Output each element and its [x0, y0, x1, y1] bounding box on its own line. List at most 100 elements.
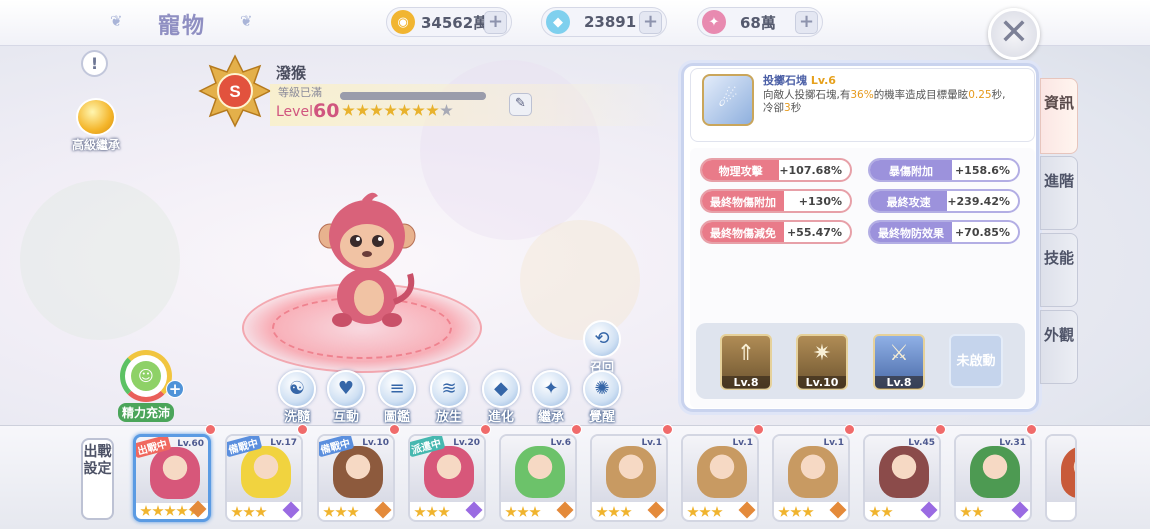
pet-card-level: Lv.10 — [362, 438, 389, 448]
star-icon — [960, 506, 972, 517]
notification-dot — [753, 424, 764, 435]
tab-1[interactable]: 進階 — [1040, 156, 1078, 230]
star-icon — [426, 104, 439, 116]
pet-card[interactable]: Lv.60 出戰中 — [133, 434, 211, 522]
skill-slot[interactable]: ⇑ Lv.8 — [720, 334, 772, 390]
star-icon — [412, 104, 425, 116]
star-icon — [699, 506, 711, 517]
action-button[interactable]: ≡ 圖鑑 — [376, 370, 418, 425]
element-gem-icon — [282, 501, 300, 519]
stat-value: +158.6% — [954, 163, 1010, 177]
star-icon — [869, 506, 881, 517]
pet-name: 潑猴 — [276, 64, 307, 82]
star-icon — [370, 104, 383, 116]
energy-label: 精力充沛 — [117, 403, 174, 422]
inactive-skill-slot[interactable]: 未啟動 — [949, 334, 1003, 388]
tab-2[interactable]: 技能 — [1040, 233, 1078, 307]
star-icon — [596, 506, 608, 517]
stat-label: 最終攻速 — [870, 191, 948, 211]
close-button[interactable]: ✕ — [988, 8, 1040, 60]
pet-card[interactable]: Lv.6 — [499, 434, 577, 522]
candy-icon: ✦ — [532, 370, 570, 408]
pet-portrait — [970, 446, 1020, 498]
pet-card[interactable] — [1045, 434, 1077, 522]
star-icon — [414, 506, 426, 517]
close-icon: ✕ — [998, 12, 1030, 53]
action-button[interactable]: ◆ 進化 — [480, 370, 522, 425]
stat-row: 暴傷附加 +158.6% — [868, 158, 1020, 182]
star-icon — [620, 506, 632, 517]
diamond-currency: ◆ 23891 + — [541, 7, 667, 37]
sword-skill-icon: ⚔ — [889, 341, 909, 366]
wing-icon: ❦ — [240, 12, 253, 30]
pet-card[interactable]: Lv.1 — [772, 434, 850, 522]
element-gem-icon — [829, 501, 847, 519]
star-icon — [347, 506, 359, 517]
skill-title: 投擲石塊 Lv.6 — [763, 72, 836, 88]
crystal-icon: ◆ — [482, 370, 520, 408]
skill-level: Lv.6 — [810, 74, 836, 87]
action-button[interactable]: ♥ 互動 — [325, 370, 367, 425]
pet-screen: ❦ 寵物 ❦ ◉ 34562萬 + ◆ 23891 + ✦ 68萬 + ✕ ! … — [0, 0, 1150, 529]
stat-label: 暴傷附加 — [870, 160, 952, 180]
stat-value: +130% — [798, 194, 842, 208]
skill-desc-chance: 36% — [850, 89, 874, 101]
deploy-settings-button[interactable]: 出戰設定 — [81, 438, 114, 520]
stat-label: 最終物傷減免 — [702, 222, 784, 242]
star-icon — [152, 505, 164, 516]
recall-button[interactable]: ⟲ 召回 — [580, 320, 624, 375]
notification-dot — [1026, 424, 1037, 435]
smile-face-icon: ☺ — [131, 361, 161, 391]
tab-3[interactable]: 外觀 — [1040, 310, 1078, 384]
pet-card-stars — [323, 506, 359, 518]
action-label: 進化 — [487, 410, 514, 425]
star-icon — [384, 104, 397, 116]
rename-button[interactable]: ✎ — [509, 93, 532, 116]
star-icon — [881, 506, 893, 517]
pet-stars — [342, 104, 453, 117]
stat-row: 最終物防效果 +70.85% — [868, 220, 1020, 244]
pet-card[interactable]: Lv.17 備戰中 — [225, 434, 303, 522]
action-button[interactable]: ☯ 洗髓 — [276, 370, 318, 425]
info-button[interactable]: ! — [81, 50, 108, 77]
pet-card[interactable]: Lv.10 備戰中 — [317, 434, 395, 522]
star-icon — [440, 104, 453, 116]
stat-label: 最終物傷附加 — [702, 191, 784, 211]
rank-badge: S — [198, 54, 272, 128]
skill-slot-level: Lv.10 — [798, 376, 846, 389]
action-button[interactable]: ≋ 放生 — [428, 370, 470, 425]
add-gold-button[interactable]: + — [484, 11, 507, 34]
pet-card[interactable]: Lv.1 — [590, 434, 668, 522]
star-icon — [335, 506, 347, 517]
star-icon — [802, 506, 814, 517]
pet-card[interactable]: Lv.45 — [863, 434, 941, 522]
skill-slot[interactable]: ⚔ Lv.8 — [873, 334, 925, 390]
pet-portrait — [697, 446, 747, 498]
pet-card-level: Lv.17 — [270, 438, 297, 448]
advanced-inherit-button[interactable]: 高級繼承 — [66, 98, 126, 153]
gold-value: 34562萬 — [421, 13, 489, 32]
add-crystal-button[interactable]: + — [795, 11, 818, 34]
skill-desc-text: 秒 — [790, 102, 802, 114]
action-button[interactable]: ✦ 繼承 — [530, 370, 572, 425]
skill-slot[interactable]: ✷ Lv.10 — [796, 334, 848, 390]
star-icon — [711, 506, 723, 517]
skill-slot-level: Lv.8 — [875, 376, 923, 389]
pet-card[interactable]: Lv.31 — [954, 434, 1032, 522]
monkey-pet[interactable] — [312, 184, 422, 334]
pet-portrait — [424, 446, 474, 498]
tab-0[interactable]: 資訊 — [1040, 78, 1078, 154]
pet-card[interactable]: Lv.20 派遣中 — [408, 434, 486, 522]
add-diamond-button[interactable]: + — [639, 11, 662, 34]
rock-skill-icon[interactable]: ☄ — [702, 74, 754, 126]
notification-dot — [205, 424, 216, 435]
add-energy-button[interactable]: + — [166, 380, 184, 398]
stat-row: 物理攻擊 +107.68% — [700, 158, 852, 182]
energy-widget[interactable]: ☺ + 精力充沛 — [106, 350, 186, 422]
stat-row: 最終攻速 +239.42% — [868, 189, 1020, 213]
top-bar: ❦ 寵物 ❦ ◉ 34562萬 + ◆ 23891 + ✦ 68萬 + — [0, 0, 1150, 46]
star-icon — [608, 506, 620, 517]
stat-value: +55.47% — [786, 225, 842, 239]
pet-card[interactable]: Lv.1 — [681, 434, 759, 522]
action-button[interactable]: ✺ 覺醒 — [581, 370, 623, 425]
